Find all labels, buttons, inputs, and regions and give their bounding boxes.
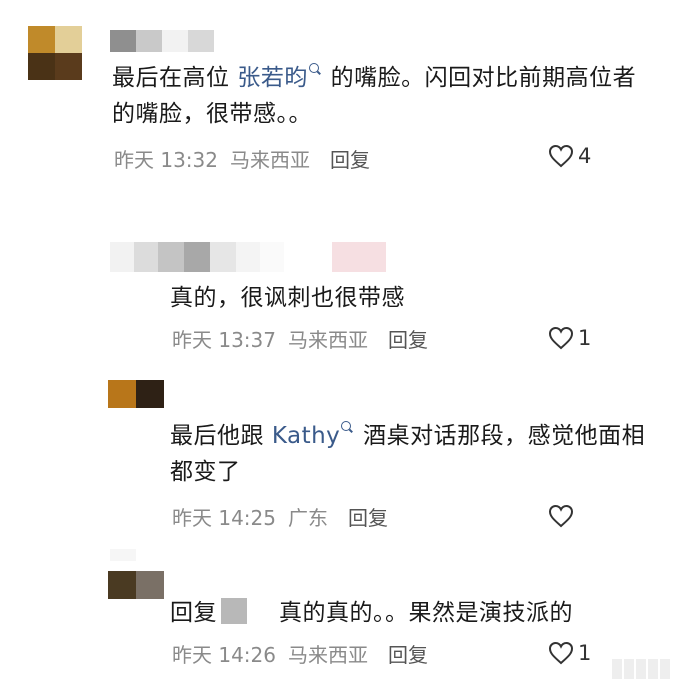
comment-location: 马来西亚 xyxy=(230,148,310,172)
search-mention-icon xyxy=(341,421,352,431)
mention-link[interactable]: Kathy xyxy=(272,421,355,449)
reply-button[interactable]: 回复 xyxy=(348,502,388,531)
comment-time: 昨天 14:25 xyxy=(172,506,276,530)
like-count: 1 xyxy=(578,326,592,350)
like-button[interactable]: 4 xyxy=(548,144,591,168)
reply-button[interactable]: 回复 xyxy=(388,324,428,353)
comment-location: 马来西亚 xyxy=(288,328,368,352)
username-blurred[interactable] xyxy=(110,242,386,272)
comment-3: 最后他跟 Kathy 酒桌对话那段，感觉他面相 都变了 昨天 14:25 广东 … xyxy=(0,370,690,545)
mention-name[interactable]: 张若昀 xyxy=(237,65,308,91)
like-count: 4 xyxy=(578,144,592,168)
comment-time: 昨天 14:26 xyxy=(172,643,276,667)
search-mention-icon xyxy=(308,63,319,73)
comment-4: 回复 真的真的。。果然是演技派的 昨天 14:26 马来西亚 回复 1 xyxy=(0,545,690,691)
heart-outline-icon xyxy=(548,641,574,665)
mention-name[interactable]: Kathy xyxy=(272,423,340,449)
like-button[interactable]: 1 xyxy=(548,326,591,350)
watermark xyxy=(612,655,682,683)
avatar[interactable] xyxy=(108,380,164,408)
comment-location: 马来西亚 xyxy=(288,643,368,667)
comment-location: 广东 xyxy=(288,506,328,530)
comment-time: 昨天 13:37 xyxy=(172,328,276,352)
comment-text-line2: 都变了 xyxy=(170,459,241,485)
comment-time: 昨天 13:32 xyxy=(114,148,218,172)
comment-text-part: 酒桌对话那段，感觉他面相 xyxy=(355,423,646,449)
comment-meta: 昨天 13:32 马来西亚 回复 xyxy=(114,144,370,173)
replied-user-blurred[interactable] xyxy=(221,598,247,624)
comment-text: 回复 真的真的。。果然是演技派的 xyxy=(170,595,573,631)
comment-text-part: 最后在高位 xyxy=(112,65,238,91)
comment-text: 最后在高位 张若昀 的嘴脸。闪回对比前期高位者 的嘴脸，很带感。。 xyxy=(112,60,636,132)
reply-button[interactable]: 回复 xyxy=(330,144,370,173)
comment-meta: 昨天 13:37 马来西亚 回复 xyxy=(172,324,428,353)
like-count: 1 xyxy=(578,641,592,665)
heart-outline-icon xyxy=(548,144,574,168)
username-blurred[interactable] xyxy=(110,549,136,561)
username-blurred[interactable] xyxy=(110,30,214,52)
avatar[interactable] xyxy=(108,571,164,599)
reply-button[interactable]: 回复 xyxy=(388,639,428,668)
comment-meta: 昨天 14:25 广东 回复 xyxy=(172,502,388,531)
comment-2: 真的，很讽刺也很带感 昨天 13:37 马来西亚 回复 1 xyxy=(0,230,690,370)
comment-text-line: 真的，很讽刺也很带感 xyxy=(170,285,405,311)
comment-text-line: 真的真的。。果然是演技派的 xyxy=(279,600,573,626)
comment-1: 最后在高位 张若昀 的嘴脸。闪回对比前期高位者 的嘴脸，很带感。。 昨天 13:… xyxy=(0,0,690,200)
mention-link[interactable]: 张若昀 xyxy=(237,63,323,91)
comment-text: 真的，很讽刺也很带感 xyxy=(170,280,405,316)
comment-text-line2: 的嘴脸，很带感。。 xyxy=(112,101,312,127)
heart-outline-icon xyxy=(548,504,574,528)
avatar[interactable] xyxy=(28,26,82,80)
comment-meta: 昨天 14:26 马来西亚 回复 xyxy=(172,639,428,668)
like-button[interactable]: 1 xyxy=(548,641,591,665)
like-button[interactable] xyxy=(548,504,574,528)
comment-text-part: 的嘴脸。闪回对比前期高位者 xyxy=(322,65,637,91)
comment-text: 最后他跟 Kathy 酒桌对话那段，感觉他面相 都变了 xyxy=(170,418,645,490)
heart-outline-icon xyxy=(548,326,574,350)
reply-prefix: 回复 xyxy=(170,600,217,626)
comment-text-part: 最后他跟 xyxy=(170,423,272,449)
